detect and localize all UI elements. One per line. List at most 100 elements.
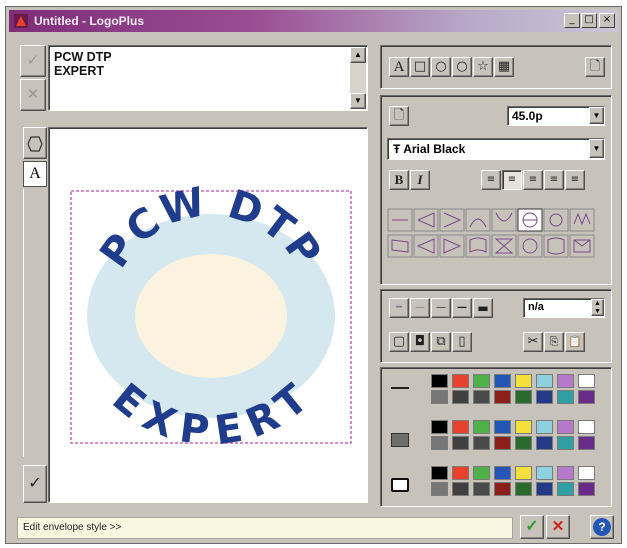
shadow-color-swatch[interactable] [536, 482, 553, 496]
page-setup-button[interactable]: 🗋 [585, 57, 605, 77]
accept-text-button[interactable]: ✓ [20, 45, 46, 77]
line-thick-button[interactable]: — [452, 298, 472, 318]
shadow-color-swatch[interactable] [557, 482, 574, 496]
line-color-swatch[interactable] [431, 374, 448, 388]
line-color-swatch[interactable] [536, 374, 553, 388]
fill-color-swatch[interactable] [494, 420, 511, 434]
insert-rect-tool[interactable]: □ [410, 57, 430, 77]
title-bar[interactable]: Untitled - LogoPlus _ □ × [9, 10, 618, 32]
font-family-select[interactable]: Ŧ Arial Black ▼ [387, 138, 605, 160]
tab-text[interactable]: A [23, 161, 47, 187]
shadow-color-swatch[interactable] [452, 466, 469, 480]
fill-color-swatch[interactable] [578, 436, 595, 450]
insert-ellipse-tool[interactable]: ○ [431, 57, 451, 77]
font-size-select[interactable]: 45.0p ▼ [507, 106, 605, 126]
logo-text-input[interactable]: PCW DTP EXPERT ▲ ▼ [48, 45, 368, 111]
line-color-swatch[interactable] [515, 374, 532, 388]
copy-format-button[interactable]: 🗋 [389, 106, 409, 126]
close-button[interactable]: × [599, 13, 615, 28]
maximize-button[interactable]: □ [581, 13, 597, 28]
align-force-icon: ≡ [570, 174, 580, 185]
align-force-button[interactable]: ≡ [565, 170, 585, 190]
align-right-button[interactable]: ≡ [523, 170, 543, 190]
fill-color-swatch[interactable] [557, 436, 574, 450]
line-color-swatch[interactable] [578, 374, 595, 388]
text-scrollbar[interactable]: ▲ ▼ [350, 47, 366, 109]
scroll-up-button[interactable]: ▲ [350, 47, 366, 63]
cancel-button[interactable]: ✕ [546, 515, 570, 539]
shadow-color-swatch[interactable] [515, 466, 532, 480]
fill-color-swatch[interactable] [431, 436, 448, 450]
insert-polygon-tool[interactable]: ○ [452, 57, 472, 77]
fill-color-swatch[interactable] [473, 436, 490, 450]
cut-button[interactable]: ✂ [523, 332, 543, 352]
drop-shadow-button[interactable]: ◘ [410, 332, 430, 352]
tab-shape[interactable] [23, 127, 47, 159]
insert-image-tool[interactable]: ▦ [494, 57, 514, 77]
line-color-swatch[interactable] [515, 390, 532, 404]
line-color-swatch[interactable] [494, 390, 511, 404]
logo-canvas[interactable]: PCW DTP EXPERT [48, 127, 368, 503]
fill-color-swatch[interactable] [515, 420, 532, 434]
align-left-button[interactable]: ≡ [481, 170, 501, 190]
tab-finish[interactable]: ✓ [23, 465, 47, 503]
shadow-color-swatch[interactable] [578, 466, 595, 480]
shadow-color-swatch[interactable] [473, 482, 490, 496]
line-thin-button[interactable]: — [410, 298, 430, 318]
fill-color-swatch[interactable] [494, 436, 511, 450]
shadow-color-swatch[interactable] [515, 482, 532, 496]
fill-color-swatch[interactable] [536, 420, 553, 434]
shadow-color-swatch[interactable] [578, 482, 595, 496]
line-dotted-button[interactable]: ┅ [389, 298, 409, 318]
align-center-button[interactable]: ≡ [502, 170, 522, 190]
shadow-color-swatch[interactable] [431, 482, 448, 496]
line-color-swatch[interactable] [452, 374, 469, 388]
line-color-swatch[interactable] [536, 390, 553, 404]
chevron-down-icon[interactable]: ▼ [589, 107, 604, 124]
italic-button[interactable]: I [410, 170, 430, 190]
frame-button[interactable]: ▯ [452, 332, 472, 352]
help-button[interactable]: ? [590, 515, 614, 539]
line-medium-button[interactable]: — [431, 298, 451, 318]
line-color-swatch[interactable] [557, 374, 574, 388]
line-width-select[interactable]: n/a ▲ ▼ [523, 298, 605, 318]
line-heavy-button[interactable]: ▬ [473, 298, 493, 318]
fill-color-swatch[interactable] [578, 420, 595, 434]
shadow-color-swatch[interactable] [473, 466, 490, 480]
shadow-color-swatch[interactable] [452, 482, 469, 496]
bold-button[interactable]: B [389, 170, 409, 190]
align-justify-button[interactable]: ≡ [544, 170, 564, 190]
shadow-color-swatch[interactable] [494, 466, 511, 480]
fill-color-swatch[interactable] [515, 436, 532, 450]
reject-text-button[interactable]: ✕ [20, 79, 46, 111]
fill-color-swatch[interactable] [473, 420, 490, 434]
insert-star-tool[interactable]: ☆ [473, 57, 493, 77]
shadow-color-swatch[interactable] [494, 482, 511, 496]
line-color-swatch[interactable] [473, 390, 490, 404]
fill-color-swatch[interactable] [452, 436, 469, 450]
shadow-color-swatch[interactable] [557, 466, 574, 480]
paste-button[interactable]: 📋 [565, 332, 585, 352]
line-color-swatch[interactable] [578, 390, 595, 404]
chevron-down-icon[interactable]: ▼ [589, 139, 604, 158]
fill-color-swatch[interactable] [431, 420, 448, 434]
outline-shadow-button[interactable]: ⧉ [431, 332, 451, 352]
line-color-swatch[interactable] [473, 374, 490, 388]
shadow-color-swatch[interactable] [431, 466, 448, 480]
shadow-color-swatch[interactable] [536, 466, 553, 480]
envelope-shapes[interactable] [387, 208, 605, 260]
minimize-button[interactable]: _ [564, 13, 580, 28]
fill-color-swatch[interactable] [452, 420, 469, 434]
line-color-swatch[interactable] [494, 374, 511, 388]
spin-icon[interactable]: ▲ ▼ [591, 299, 604, 316]
line-color-swatch[interactable] [557, 390, 574, 404]
fill-color-swatch[interactable] [557, 420, 574, 434]
fill-color-swatch[interactable] [536, 436, 553, 450]
insert-text-tool[interactable]: A [389, 57, 409, 77]
ok-button[interactable]: ✓ [520, 515, 544, 539]
copy-button[interactable]: ⎘ [544, 332, 564, 352]
line-color-swatch[interactable] [431, 390, 448, 404]
no-shadow-button[interactable]: ▢ [389, 332, 409, 352]
scroll-down-button[interactable]: ▼ [350, 93, 366, 109]
line-color-swatch[interactable] [452, 390, 469, 404]
